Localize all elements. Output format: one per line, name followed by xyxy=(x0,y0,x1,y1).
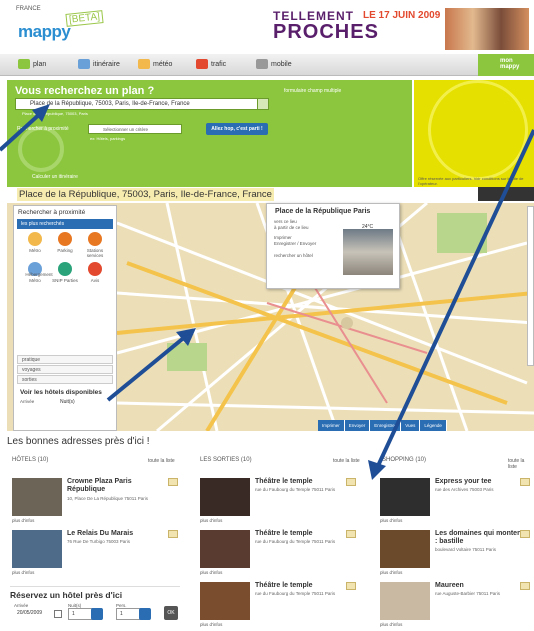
annotation-arrows xyxy=(0,104,534,480)
